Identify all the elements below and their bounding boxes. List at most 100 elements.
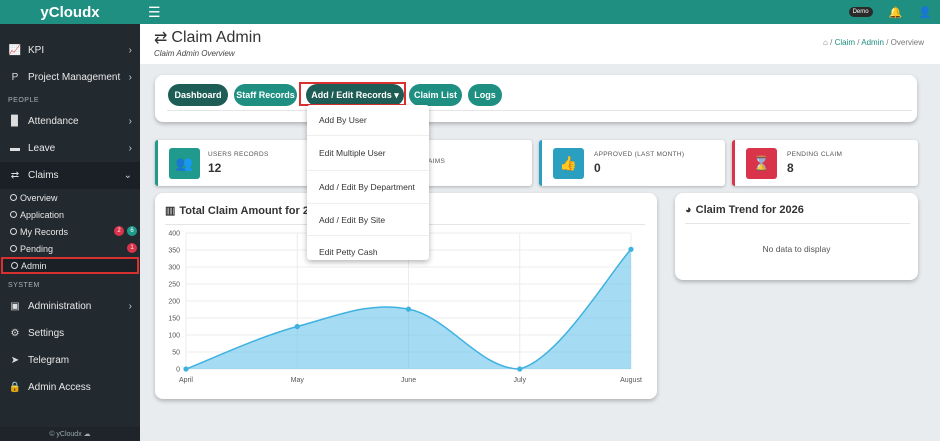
divider (167, 110, 912, 111)
stat-label: AIMS (428, 158, 446, 165)
footer-text: © yCloudx (49, 430, 82, 438)
claim-trend-card: ◕ Claim Trend for 2026 No data to display (675, 193, 918, 280)
sidebar-item-label: KPI (28, 45, 45, 56)
stat-label: PENDING CLAIM (787, 151, 843, 158)
briefcase-icon: ▬ (10, 143, 20, 154)
chevron-right-icon: › (128, 143, 132, 154)
staff-records-button[interactable]: Staff Records (234, 84, 297, 106)
demo-badge: Demo (848, 7, 873, 17)
circle-icon (11, 262, 18, 269)
chevron-right-icon: › (128, 45, 132, 56)
sidebar-item-administration[interactable]: ▣ Administration › (0, 293, 140, 320)
sidebar-item-label: Telegram (28, 355, 70, 366)
section-system: SYSTEM (8, 282, 40, 289)
stat-value: 0 (594, 161, 601, 175)
home-icon[interactable]: ⌂ (823, 38, 828, 47)
project-icon: P (11, 72, 19, 83)
data-point (183, 366, 189, 372)
y-tick-label: 100 (168, 333, 180, 340)
cloud-icon: ☁ (83, 431, 91, 438)
sidebar-item-label: Claims (28, 170, 59, 181)
sidebar-sub-application[interactable]: Application (0, 206, 140, 223)
y-tick-label: 250 (168, 282, 180, 289)
sidebar: yCloudx 📈 KPI › P Project Management › PEOPL… (0, 0, 140, 441)
topbar: ☰ Demo 🔔 👤 (140, 0, 940, 24)
badge-count: 1 (127, 243, 137, 253)
telegram-icon: ➤ (10, 355, 20, 366)
sidebar-item-label: Settings (28, 328, 65, 339)
stat-value: 12 (208, 161, 222, 175)
hamburger-menu-icon[interactable]: ☰ (148, 4, 161, 21)
sidebar-sub-myrecords[interactable]: My Records 2 6 (0, 223, 140, 240)
breadcrumb: ⌂ / Claim / Admin / Overview (823, 38, 924, 47)
menu-item-add-by-user[interactable]: Add By User (307, 105, 429, 136)
sidebar-item-attendance[interactable]: ▉ Attendance › (0, 108, 140, 135)
menu-item-edit-multiple-user[interactable]: Edit Multiple User (307, 136, 429, 171)
sidebar-item-settings[interactable]: ⚙ Settings (0, 320, 140, 347)
chevron-right-icon: › (128, 301, 132, 312)
badge-count: 6 (127, 226, 137, 236)
exchange-icon: ⇄ (154, 30, 168, 47)
sidebar-item-label: Leave (28, 143, 56, 154)
circle-icon (10, 228, 17, 235)
sidebar-item-claims[interactable]: ⇄ Claims ⌄ (0, 162, 140, 189)
user-icon[interactable]: 👤 (918, 6, 932, 19)
x-tick-label: May (291, 377, 305, 384)
data-point (405, 306, 412, 312)
user-card-icon: ▣ (10, 301, 20, 312)
x-tick-label: June (401, 377, 416, 384)
badge-count: 2 (114, 226, 124, 236)
y-tick-label: 350 (168, 248, 180, 255)
x-tick-label: August (620, 377, 642, 384)
page-subtitle: Claim Admin Overview (154, 49, 235, 58)
lock-icon: 🔒 (8, 382, 22, 393)
sidebar-item-label: Attendance (28, 116, 79, 127)
x-tick-label: April (179, 377, 193, 384)
sidebar-item-leave[interactable]: ▬ Leave › (0, 135, 140, 162)
stat-label: USERS RECORDS (208, 151, 269, 158)
y-tick-label: 50 (172, 350, 180, 357)
sidebar-item-admin-access[interactable]: 🔒 Admin Access (0, 374, 140, 401)
y-tick-label: 200 (168, 299, 180, 306)
sidebar-sub-label: Overview (20, 192, 58, 203)
chevron-right-icon: › (128, 116, 132, 127)
exchange-icon: ⇄ (10, 170, 20, 181)
menu-item-edit-petty-cash[interactable]: Edit Petty Cash (307, 236, 429, 267)
y-tick-label: 0 (176, 367, 180, 374)
stat-value: 8 (787, 161, 794, 175)
section-people: PEOPLE (8, 97, 40, 104)
highlight-box (299, 82, 406, 106)
sidebar-item-project[interactable]: P Project Management › (0, 64, 140, 91)
sidebar-sub-admin[interactable]: Admin (1, 257, 139, 274)
sidebar-item-label: Admin Access (28, 382, 91, 393)
breadcrumb-claim[interactable]: Claim (835, 38, 855, 47)
sidebar-sub-label: My Records (20, 226, 69, 237)
sidebar-item-telegram[interactable]: ➤ Telegram (0, 347, 140, 374)
users-icon: 👥 (169, 147, 200, 179)
breadcrumb-sep: / (857, 38, 860, 47)
menu-item-add-edit-site[interactable]: Add / Edit By Site (307, 204, 429, 236)
sidebar-sub-overview[interactable]: Overview (0, 189, 140, 206)
thumbs-up-icon: 👍 (553, 147, 584, 179)
bell-icon[interactable]: 🔔 (889, 6, 903, 19)
breadcrumb-sep: / (886, 38, 889, 47)
breadcrumb-admin[interactable]: Admin (861, 38, 884, 47)
page-title: Claim Admin (171, 29, 262, 46)
logs-button[interactable]: Logs (468, 84, 502, 106)
brand-logo[interactable]: yCloudx (0, 0, 140, 24)
data-point (517, 366, 523, 372)
menu-item-add-edit-department[interactable]: Add / Edit By Department (307, 171, 429, 204)
sidebar-item-label: Administration (28, 301, 92, 312)
add-edit-dropdown-menu: Add By User Edit Multiple User Add / Edi… (307, 105, 429, 260)
stat-label: APPROVED (LAST MONTH) (594, 151, 685, 158)
breadcrumb-sep: / (830, 38, 833, 47)
circle-icon (10, 245, 17, 252)
dashboard-button[interactable]: Dashboard (168, 84, 228, 106)
claim-list-button[interactable]: Claim List (409, 84, 462, 106)
sidebar-sub-pending[interactable]: Pending 1 (0, 240, 140, 257)
trend-title: Claim Trend for 2026 (695, 204, 804, 216)
stat-card-approved: 👍 APPROVED (LAST MONTH) 0 (539, 140, 725, 186)
sidebar-sub-label: Pending (20, 243, 54, 254)
chevron-down-icon: ⌄ (123, 170, 132, 181)
sidebar-item-kpi[interactable]: 📈 KPI › (0, 37, 140, 64)
